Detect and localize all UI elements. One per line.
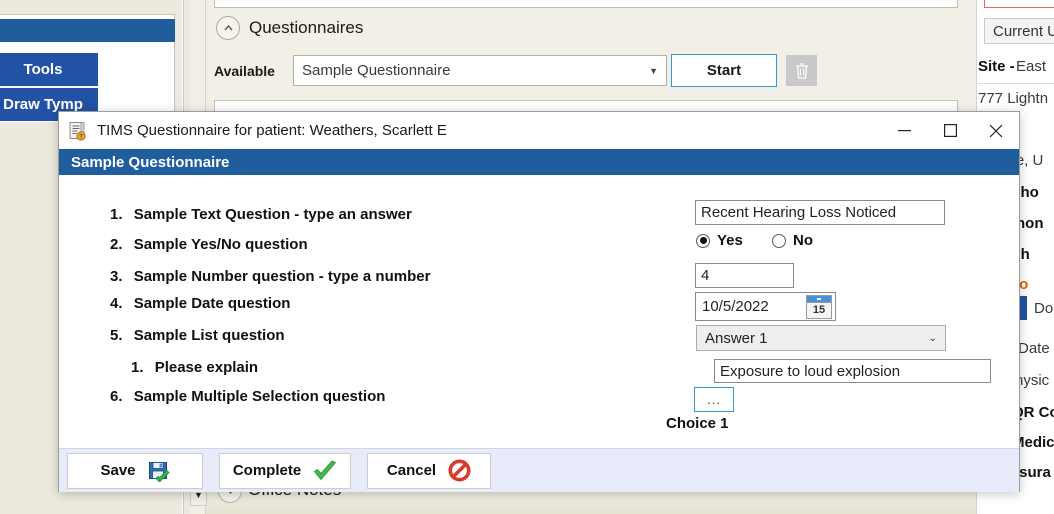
question-1: 1. Sample Text Question - type an answer	[110, 206, 412, 223]
question-5-sub-1-text: Please explain	[154, 359, 259, 376]
text-answer-input[interactable]: Recent Hearing Loss Noticed	[695, 200, 945, 225]
window-controls	[881, 112, 1019, 149]
question-6: 6. Sample Multiple Selection question	[110, 388, 385, 405]
prohibition-icon	[448, 459, 471, 482]
question-3-number: 3.	[110, 268, 123, 285]
trash-icon[interactable]	[786, 55, 817, 86]
questionnaires-section-header: Questionnaires	[216, 16, 363, 40]
calendar-icon[interactable]: 15	[806, 294, 832, 319]
radio-no-label: No	[793, 232, 813, 249]
question-6-text: Sample Multiple Selection question	[133, 388, 386, 405]
question-3-text: Sample Number question - type a number	[133, 268, 431, 285]
questionnaire-document-icon: ?	[67, 120, 89, 142]
tools-button[interactable]: Tools	[0, 53, 98, 87]
dialog-footer: Save Complete Cancel	[59, 448, 1019, 492]
save-button[interactable]: Save	[67, 452, 203, 489]
question-5-sub-1: 1. Please explain	[131, 359, 258, 376]
question-2: 2. Sample Yes/No question	[110, 236, 308, 253]
save-floppy-icon	[148, 460, 170, 482]
question-5-sub-1-number: 1.	[131, 359, 144, 376]
question-6-number: 6.	[110, 388, 123, 405]
question-1-number: 1.	[110, 206, 123, 223]
info-row-6: hysic	[1015, 372, 1050, 389]
question-2-number: 2.	[110, 236, 123, 253]
section-title: Questionnaires	[249, 18, 364, 37]
minimize-icon[interactable]	[881, 112, 927, 149]
info-row-4: Do	[1034, 300, 1054, 317]
available-label: Available	[214, 63, 275, 79]
dialog-title: TIMS Questionnaire for patient: Weathers…	[97, 122, 447, 139]
alert-box	[984, 0, 1054, 8]
save-button-label: Save	[100, 462, 136, 479]
patient-address: 777 Lightn	[978, 90, 1049, 107]
radio-no[interactable]: No	[772, 232, 813, 249]
app-root: Questionnaires Available Sample Question…	[0, 0, 1054, 514]
question-4-text: Sample Date question	[133, 295, 291, 312]
number-answer-input[interactable]: 4	[695, 263, 794, 288]
start-button[interactable]: Start	[671, 54, 777, 87]
complete-button-label: Complete	[232, 462, 302, 479]
calendar-day: 15	[812, 303, 826, 316]
multiple-selection-button[interactable]: ...	[694, 387, 734, 412]
chevron-up-icon[interactable]	[216, 16, 240, 40]
list-answer-value: Answer 1	[705, 329, 768, 347]
questionnaire-name-header: Sample Questionnaire	[59, 149, 1019, 175]
dialog-body: 1. Sample Text Question - type an answer…	[59, 175, 1019, 448]
current-user-button[interactable]: Current U	[984, 18, 1054, 44]
available-value: Sample Questionnaire	[302, 62, 451, 79]
radio-yes-icon	[696, 233, 710, 248]
left-panel-header-bar	[0, 19, 175, 42]
site-value: East	[1016, 58, 1047, 75]
date-answer-value: 10/5/2022	[702, 298, 769, 315]
divider	[976, 83, 1054, 84]
question-5-number: 5.	[110, 327, 123, 344]
date-answer-input[interactable]: 10/5/2022 15	[695, 292, 836, 321]
question-2-text: Sample Yes/No question	[133, 236, 308, 253]
yesno-radio-group: Yes No	[696, 232, 813, 249]
explain-answer-input[interactable]: Exposure to loud explosion	[714, 359, 991, 383]
svg-text:?: ?	[79, 134, 83, 140]
close-icon[interactable]	[973, 112, 1019, 149]
top-text-field	[214, 0, 958, 8]
dialog-title-bar[interactable]: ? TIMS Questionnaire for patient: Weathe…	[59, 112, 1019, 149]
list-answer-select[interactable]: Answer 1 ⌄	[696, 325, 946, 351]
cancel-button[interactable]: Cancel	[367, 452, 491, 489]
question-5: 5. Sample List question	[110, 327, 285, 344]
available-questionnaire-select[interactable]: Sample Questionnaire ▼	[293, 55, 667, 86]
question-4-number: 4.	[110, 295, 123, 312]
radio-yes-label: Yes	[717, 232, 743, 249]
chevron-down-icon: ▼	[649, 65, 658, 76]
checkmark-icon	[313, 460, 337, 482]
maximize-icon[interactable]	[927, 112, 973, 149]
radio-yes[interactable]: Yes	[696, 232, 772, 249]
question-3: 3. Sample Number question - type a numbe…	[110, 268, 430, 285]
question-5-text: Sample List question	[133, 327, 285, 344]
choice-label: Choice 1	[666, 415, 729, 432]
info-row-5: Date	[1018, 340, 1050, 357]
question-1-text: Sample Text Question - type an answer	[133, 206, 412, 223]
questionnaire-dialog: ? TIMS Questionnaire for patient: Weathe…	[58, 111, 1020, 492]
site-label: Site -	[978, 58, 1015, 75]
radio-no-icon	[772, 233, 786, 248]
question-4: 4. Sample Date question	[110, 295, 290, 312]
cancel-button-label: Cancel	[386, 462, 437, 479]
chevron-down-icon: ⌄	[928, 332, 937, 344]
complete-button[interactable]: Complete	[219, 452, 351, 489]
